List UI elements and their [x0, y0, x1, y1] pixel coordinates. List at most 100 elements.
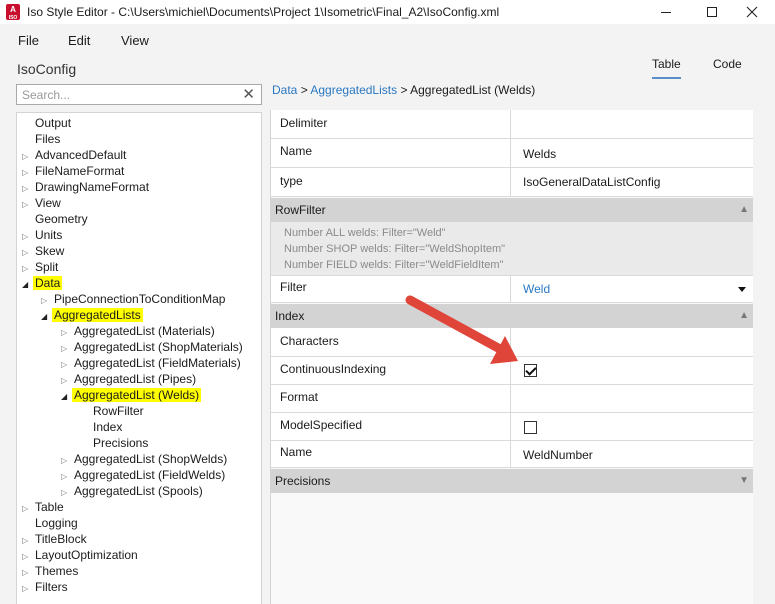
tree-item-label: AggregatedList (FieldMaterials)	[74, 356, 241, 370]
expanded-arrow-icon[interactable]: ◢	[41, 309, 52, 325]
property-row-index-name[interactable]: Name WeldNumber	[271, 441, 754, 468]
collapse-icon[interactable]: ▲	[739, 304, 749, 328]
tab-table[interactable]: Table	[652, 57, 681, 79]
hint-line: Number ALL welds: Filter="Weld"	[284, 227, 446, 239]
clear-search-icon[interactable]: ✕	[242, 86, 255, 103]
minimize-button[interactable]	[643, 0, 689, 24]
tree-item[interactable]: Output	[22, 115, 73, 131]
tree-item[interactable]: RowFilter	[80, 403, 146, 419]
tree-item[interactable]: ▷ AdvancedDefault	[22, 147, 128, 163]
tree-item-label: Output	[35, 116, 72, 130]
characters-value[interactable]	[512, 328, 754, 356]
property-row-continuousindexing[interactable]: ContinuousIndexing	[271, 357, 754, 385]
property-row-type[interactable]: type IsoGeneralDataListConfig	[271, 168, 754, 197]
tree-item[interactable]: ▷ Themes	[22, 563, 80, 579]
property-row-delimiter[interactable]: Delimiter	[271, 110, 754, 139]
tree-item[interactable]: Files	[22, 131, 62, 147]
tree-item[interactable]: ▷ AggregatedList (FieldWelds)	[61, 467, 227, 483]
property-name: Format	[271, 385, 511, 412]
tree-item-label: AggregatedLists	[52, 308, 143, 322]
collapse-icon[interactable]: ▲	[739, 198, 749, 222]
tree-item[interactable]: ◢ Data	[22, 275, 63, 293]
tree-item[interactable]: Index	[80, 419, 124, 435]
delimiter-value[interactable]	[512, 110, 754, 138]
config-tree[interactable]: Output Files ▷ AdvancedDefault ▷ FileNameForm…	[16, 112, 262, 604]
tree-item[interactable]: Precisions	[80, 435, 150, 451]
menu-view[interactable]: View	[121, 33, 149, 48]
tree-item[interactable]: ▷ AggregatedList (ShopMaterials)	[61, 339, 245, 355]
tree-item[interactable]: ▷ Split	[22, 259, 60, 275]
tree-item-label: AggregatedList (Materials)	[74, 324, 215, 338]
tree-item[interactable]: ▷ LayoutOptimization	[22, 547, 140, 563]
tree-item-label: AggregatedList (Welds)	[72, 388, 202, 402]
search-box: ✕	[16, 84, 262, 105]
tree-item-label: Data	[33, 276, 63, 290]
tree-item[interactable]: ▷ View	[22, 195, 63, 211]
tree-item[interactable]: Geometry	[22, 211, 90, 227]
section-precisions[interactable]: Precisions ▼	[271, 469, 754, 493]
tree-item[interactable]: ▷ Table	[22, 499, 66, 515]
close-button[interactable]	[729, 0, 775, 24]
menu-file[interactable]: File	[18, 33, 39, 48]
property-row-filter[interactable]: Filter Weld	[271, 276, 754, 303]
tree-item[interactable]: ▷ Skew	[22, 243, 66, 259]
expanded-arrow-icon[interactable]: ◢	[22, 277, 33, 293]
expand-icon[interactable]: ▼	[739, 469, 749, 493]
tree-item[interactable]: Logging	[22, 515, 80, 531]
tree-item[interactable]: ▷ PipeConnectionToConditionMap	[41, 291, 227, 307]
property-row-format[interactable]: Format	[271, 385, 754, 413]
tree-item-label: TitleBlock	[35, 532, 87, 546]
tree-item-label: AggregatedList (FieldWelds)	[74, 468, 226, 482]
property-name: ContinuousIndexing	[271, 357, 511, 384]
continuousindexing-checkbox[interactable]	[524, 364, 537, 377]
collapsed-arrow-icon[interactable]: ▷	[22, 581, 33, 597]
property-row-modelspecified[interactable]: ModelSpecified	[271, 413, 754, 441]
property-row-name[interactable]: Name Welds	[271, 139, 754, 168]
section-rowfilter[interactable]: RowFilter ▲	[271, 198, 754, 222]
property-name: Name	[271, 139, 511, 167]
index-name-value[interactable]: WeldNumber	[512, 441, 754, 467]
maximize-icon	[707, 7, 717, 17]
filter-dropdown[interactable]: Weld	[512, 276, 754, 302]
section-index[interactable]: Index ▲	[271, 304, 754, 328]
breadcrumb-aggregatedlists-link[interactable]: AggregatedLists	[310, 83, 397, 97]
breadcrumb-current: AggregatedList (Welds)	[410, 83, 536, 97]
app-logo-icon: A ISO	[6, 4, 20, 21]
tree-item-label: Split	[35, 260, 59, 274]
tree-item[interactable]: ▷ TitleBlock	[22, 531, 89, 547]
property-row-characters[interactable]: Characters	[271, 328, 754, 357]
type-value[interactable]: IsoGeneralDataListConfig	[512, 168, 754, 196]
property-name: ModelSpecified	[271, 413, 511, 440]
tree-item-label: AggregatedList (Pipes)	[74, 372, 197, 386]
search-input[interactable]	[17, 85, 227, 104]
tree-item-label: LayoutOptimization	[35, 548, 138, 562]
tree-item-label: Logging	[35, 516, 78, 530]
format-value[interactable]	[512, 385, 754, 412]
tree-item-label: PipeConnectionToConditionMap	[54, 292, 226, 306]
tree-item[interactable]: ▷ Filters	[22, 579, 70, 595]
modelspecified-checkbox[interactable]	[524, 421, 537, 434]
tree-item-label: Filters	[35, 580, 68, 594]
tree-item-label: AdvancedDefault	[35, 148, 127, 162]
tree-item[interactable]: ▷ AggregatedList (Spools)	[61, 483, 205, 499]
menu-edit[interactable]: Edit	[68, 33, 90, 48]
tab-code[interactable]: Code	[713, 57, 742, 79]
close-icon	[746, 6, 758, 18]
tree-item-label: FileNameFormat	[35, 164, 125, 178]
property-name: Name	[271, 441, 511, 467]
name-value[interactable]: Welds	[512, 139, 754, 167]
continuousindexing-value	[512, 357, 754, 384]
tree-item[interactable]: ▷ AggregatedList (FieldMaterials)	[61, 355, 243, 371]
tree-item[interactable]: ▷ AggregatedList (Materials)	[61, 323, 217, 339]
tree-item[interactable]: ▷ FileNameFormat	[22, 163, 126, 179]
tree-item[interactable]: ▷ Units	[22, 227, 64, 243]
tree-item-label: Table	[35, 500, 64, 514]
tree-item[interactable]: ◢ AggregatedLists	[41, 307, 143, 323]
tree-item[interactable]: ◢ AggregatedList (Welds)	[61, 387, 202, 405]
tree-item[interactable]: ▷ AggregatedList (Pipes)	[61, 371, 198, 387]
breadcrumb-data-link[interactable]: Data	[272, 83, 297, 97]
tree-item[interactable]: ▷ DrawingNameFormat	[22, 179, 151, 195]
expanded-arrow-icon[interactable]: ◢	[61, 389, 72, 405]
tree-item[interactable]: ▷ AggregatedList (ShopWelds)	[61, 451, 229, 467]
chevron-down-icon[interactable]	[738, 287, 746, 292]
